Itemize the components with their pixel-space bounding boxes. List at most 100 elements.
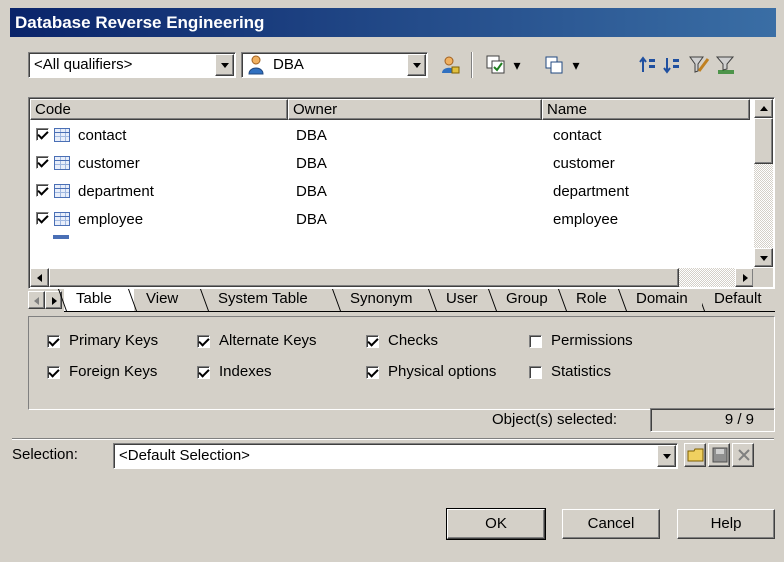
table-icon [54,156,70,170]
table-icon [54,128,70,142]
checkbox[interactable] [529,366,542,379]
tab-label: Group [506,290,548,307]
filter-icon[interactable] [689,55,710,75]
checkbox[interactable] [366,335,379,348]
column-header-owner[interactable]: Owner [288,99,542,120]
partial-row-icon [53,235,69,239]
checkbox[interactable] [366,366,379,379]
row-checkbox[interactable] [36,184,49,197]
column-header-code[interactable]: Code [30,99,288,120]
objects-list[interactable]: Code Owner Name contact DBA contact cust… [28,97,775,289]
row-name: contact [553,127,602,144]
checkbox[interactable] [197,366,210,379]
scroll-right-button[interactable] [735,268,754,287]
table-row[interactable]: customer DBA customer [30,149,750,177]
separator-line [12,438,774,440]
tab-default[interactable]: Default [702,289,775,311]
options-panel: Primary Keys Alternate Keys Checks Permi… [28,316,775,410]
tab-table[interactable]: Table [57,289,134,311]
checkbox[interactable] [529,335,542,348]
table-row[interactable]: employee DBA employee [30,205,750,233]
tab-label: Synonym [350,290,413,307]
row-owner: DBA [296,155,327,172]
column-header-name[interactable]: Name [542,99,750,120]
option-label: Indexes [219,363,272,380]
tab-scroll-left[interactable] [28,291,45,309]
folder-icon[interactable] [684,443,706,467]
row-name: employee [553,211,619,228]
table-icon [54,212,70,226]
chevron-down-icon[interactable]: ▾ [566,55,586,75]
chevron-down-icon[interactable] [657,445,676,467]
row-code: contact [78,127,127,144]
scroll-up-button[interactable] [754,99,773,118]
scroll-corner [753,268,773,287]
checkbox[interactable] [47,335,60,348]
save-icon[interactable] [708,443,730,467]
list-header: Code Owner Name [30,99,750,120]
dialog-window: Database Reverse Engineering <All qualif… [0,0,784,562]
row-code: employee [78,211,144,228]
owner-combo[interactable]: DBA [241,52,428,78]
vertical-scrollbar[interactable] [754,99,773,267]
delete-icon[interactable] [732,443,754,467]
tab-synonym[interactable]: Synonym [331,289,434,311]
tab-view[interactable]: View [127,289,206,311]
scroll-left-button[interactable] [30,268,49,287]
row-owner: DBA [296,127,327,144]
chevron-down-icon[interactable] [407,54,426,76]
tab-label: Domain [636,290,688,307]
row-code: department [78,183,154,200]
row-code: customer [78,155,140,172]
row-checkbox[interactable] [36,212,49,225]
chevron-down-icon[interactable]: ▾ [507,55,527,75]
tab-group[interactable]: Group [487,289,564,311]
option-label: Checks [388,332,439,349]
qualifier-combo[interactable]: <All qualifiers> [28,52,236,78]
row-checkbox[interactable] [36,128,49,141]
user-icon [247,55,265,75]
tab-label: User [446,290,478,307]
window-title: Database Reverse Engineering [10,8,776,37]
row-owner: DBA [296,211,327,228]
horizontal-scrollbar[interactable] [30,268,754,287]
cancel-button[interactable]: Cancel [562,509,660,539]
objects-selected-label: Object(s) selected: [492,411,618,428]
dialog-body: <All qualifiers> DBA ▾ ▾ Code Owner Name… [10,37,776,562]
objects-selected-count: 9 / 9 [650,408,775,432]
toolbar-separator [471,52,473,78]
checkbox[interactable] [197,335,210,348]
ok-button[interactable]: OK [446,508,546,540]
option-label: Permissions [551,332,633,349]
tab-label: Default [714,290,762,307]
tab-system-table[interactable]: System Table [199,289,338,311]
owner-select-icon[interactable] [440,55,460,75]
owner-value: DBA [273,56,304,73]
tab-domain[interactable]: Domain [617,289,702,311]
option-label: Foreign Keys [69,363,158,380]
table-row[interactable]: department DBA department [30,177,750,205]
table-row[interactable]: contact DBA contact [30,121,750,149]
checkbox[interactable] [47,366,60,379]
option-label: Primary Keys [69,332,159,349]
scroll-thumb[interactable] [754,118,773,164]
tab-label: System Table [218,290,308,307]
clear-filter-icon[interactable] [715,55,735,75]
deselect-icon[interactable] [545,55,565,75]
tab-user[interactable]: User [427,289,494,311]
tab-baseline [64,311,775,312]
select-all-icon[interactable] [486,55,506,75]
selection-combo[interactable]: <Default Selection> [113,443,678,469]
row-name: customer [553,155,615,172]
option-label: Statistics [551,363,612,380]
scroll-thumb[interactable] [49,268,679,287]
tab-role[interactable]: Role [557,289,624,311]
table-icon [54,184,70,198]
move-down-icon[interactable] [662,55,682,75]
qualifier-value: <All qualifiers> [34,56,133,73]
chevron-down-icon[interactable] [215,54,234,76]
help-button[interactable]: Help [677,509,775,539]
row-checkbox[interactable] [36,156,49,169]
scroll-down-button[interactable] [754,248,773,267]
move-up-icon[interactable] [638,55,658,75]
